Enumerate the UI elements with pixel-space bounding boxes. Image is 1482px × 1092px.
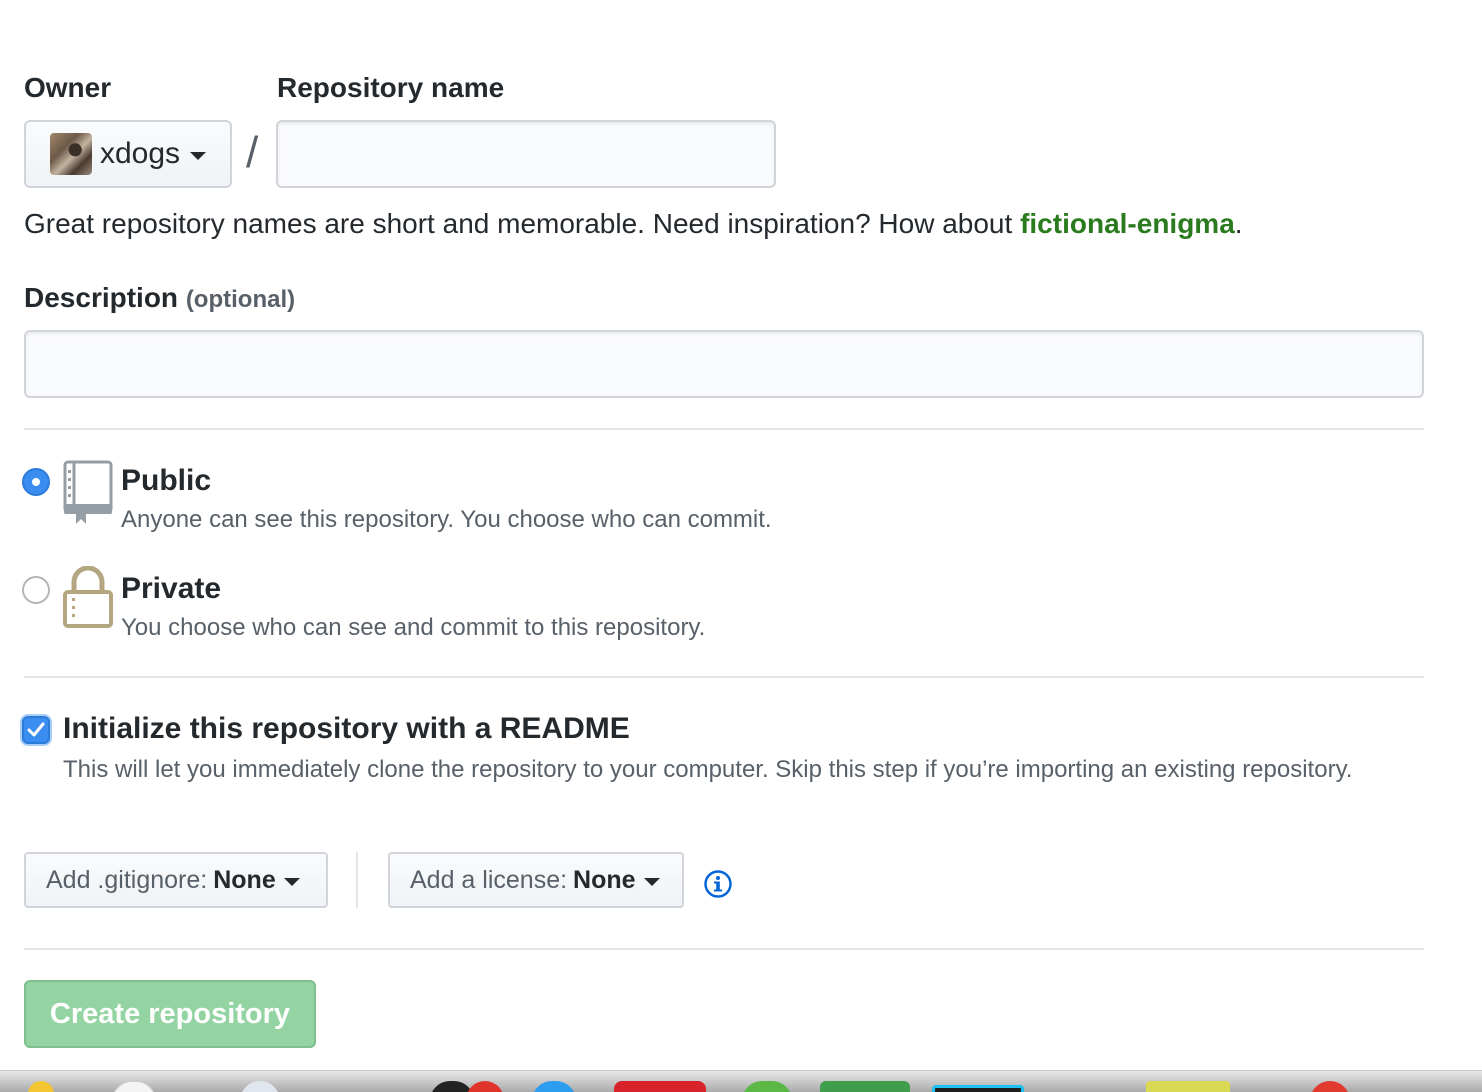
readme-checkbox[interactable]: [22, 716, 50, 744]
repository-name-hint: Great repository names are short and mem…: [24, 208, 1243, 240]
owner-name: xdogs: [100, 137, 181, 170]
license-label: Add a license:: [410, 865, 568, 894]
gitignore-label: Add .gitignore:: [46, 865, 208, 894]
divider: [24, 676, 1424, 678]
description-label: Description (optional): [24, 282, 295, 314]
checkmark-icon: [27, 722, 45, 737]
divider: [24, 428, 1424, 430]
divider: [24, 948, 1424, 950]
repository-name-input[interactable]: [276, 120, 776, 188]
dock-app-icon[interactable]: [532, 1081, 576, 1092]
license-value: None: [573, 865, 636, 894]
license-dropdown[interactable]: Add a license: None: [388, 852, 684, 908]
repo-book-icon: [63, 460, 113, 524]
dock-app-icon[interactable]: [28, 1081, 54, 1092]
owner-select[interactable]: xdogs: [24, 120, 232, 188]
create-repository-button[interactable]: Create repository: [24, 980, 316, 1048]
chevron-down-icon: [643, 878, 660, 886]
public-title: Public: [121, 464, 212, 497]
private-title: Private: [121, 572, 222, 605]
dock-app-icon[interactable]: [614, 1081, 706, 1092]
hint-text: Great repository names are short and mem…: [24, 208, 1021, 239]
description-label-text: Description: [24, 282, 179, 313]
dock-app-icon[interactable]: [932, 1085, 1024, 1092]
chevron-down-icon: [283, 878, 300, 886]
hint-suffix: .: [1234, 208, 1243, 239]
avatar: [50, 133, 92, 175]
readme-description: This will let you immediately clone the …: [63, 756, 1353, 783]
private-description: You choose who can see and commit to thi…: [121, 614, 706, 641]
public-radio[interactable]: [22, 468, 50, 496]
private-radio[interactable]: [22, 576, 50, 604]
dock-app-icon[interactable]: [466, 1081, 504, 1092]
gitignore-dropdown[interactable]: Add .gitignore: None: [24, 852, 328, 908]
dock: [0, 1070, 1482, 1092]
optional-note: (optional): [185, 286, 296, 313]
owner-repo-separator: /: [246, 128, 259, 177]
lock-icon: [63, 566, 113, 628]
repository-name-label: Repository name: [277, 72, 505, 103]
dock-app-icon[interactable]: [112, 1081, 156, 1092]
readme-title: Initialize this repository with a README: [63, 712, 630, 745]
divider: [356, 852, 358, 908]
info-icon[interactable]: [703, 869, 733, 899]
dock-app-icon[interactable]: [240, 1081, 280, 1092]
gitignore-value: None: [213, 865, 276, 894]
owner-label: Owner: [24, 72, 112, 103]
public-description: Anyone can see this repository. You choo…: [121, 506, 772, 533]
name-suggestion-link[interactable]: fictional-enigma: [1020, 208, 1235, 239]
dock-app-icon[interactable]: [742, 1081, 792, 1092]
dock-app-icon[interactable]: [820, 1081, 910, 1092]
dock-app-icon[interactable]: [1146, 1081, 1230, 1092]
description-input[interactable]: [24, 330, 1424, 398]
chevron-down-icon: [190, 152, 207, 160]
dock-app-icon[interactable]: [1310, 1081, 1350, 1092]
